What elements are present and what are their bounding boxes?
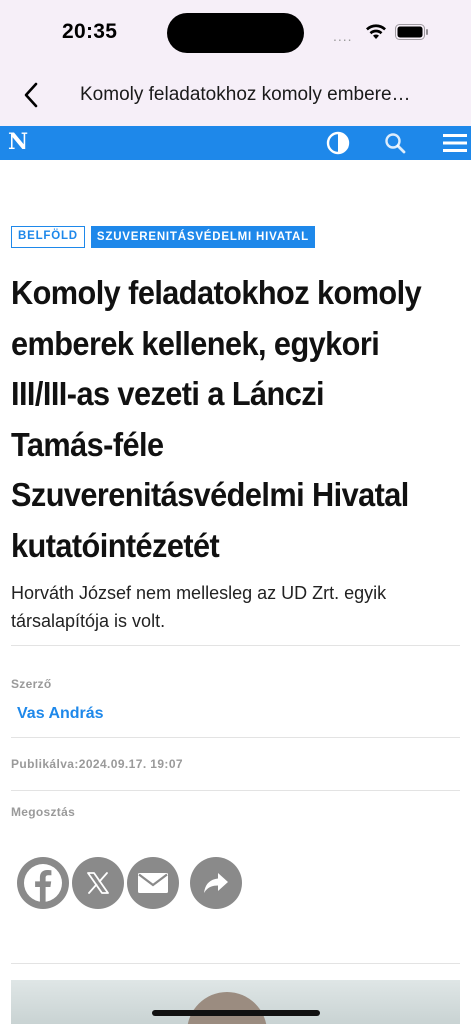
nav-bar: Komoly feladatokhoz komoly embere… — [0, 62, 471, 126]
share-label: Megosztás — [11, 805, 76, 819]
status-bar: 20:35 .... — [0, 0, 471, 62]
dynamic-island — [167, 13, 304, 53]
x-share-button[interactable] — [72, 857, 124, 909]
divider — [11, 963, 460, 964]
x-icon — [87, 872, 109, 894]
site-header: N — [0, 126, 471, 160]
status-time: 20:35 — [62, 20, 118, 43]
facebook-share-button[interactable] — [17, 857, 69, 909]
tag-belfold[interactable]: BELFÖLD — [11, 226, 85, 248]
published-date: Publikálva:2024.09.17. 19:07 — [11, 757, 183, 771]
tag-szuverenitasvedelmi-hivatal[interactable]: SZUVERENITÁSVÉDELMI HIVATAL — [90, 226, 315, 248]
divider — [11, 790, 460, 791]
battery-icon — [395, 24, 428, 40]
back-button[interactable] — [16, 80, 46, 110]
email-share-button[interactable] — [127, 857, 179, 909]
image-portrait — [187, 992, 267, 1024]
home-indicator — [152, 1010, 320, 1016]
search-icon[interactable] — [384, 132, 406, 154]
divider — [11, 645, 460, 646]
author-link[interactable]: Vas András — [17, 705, 104, 723]
mail-icon — [138, 873, 168, 893]
article-image — [11, 980, 460, 1024]
wifi-icon — [366, 24, 386, 39]
site-logo[interactable]: N — [8, 129, 28, 155]
share-button[interactable] — [190, 857, 242, 909]
article-headline: Komoly feladatokhoz komoly emberek kelle… — [11, 274, 422, 564]
nav-title: Komoly feladatokhoz komoly embere… — [80, 84, 411, 105]
facebook-icon — [24, 864, 62, 902]
author-label: Szerző — [11, 677, 52, 691]
article-tags: BELFÖLD SZUVERENITÁSVÉDELMI HIVATAL — [11, 226, 315, 248]
chevron-left-icon — [24, 82, 38, 108]
menu-icon[interactable] — [443, 133, 467, 153]
divider — [11, 737, 460, 738]
share-icon — [204, 873, 228, 893]
article-lead: Horváth József nem mellesleg az UD Zrt. … — [11, 583, 387, 631]
contrast-icon[interactable] — [326, 131, 350, 155]
signal-icon: .... — [333, 28, 353, 44]
